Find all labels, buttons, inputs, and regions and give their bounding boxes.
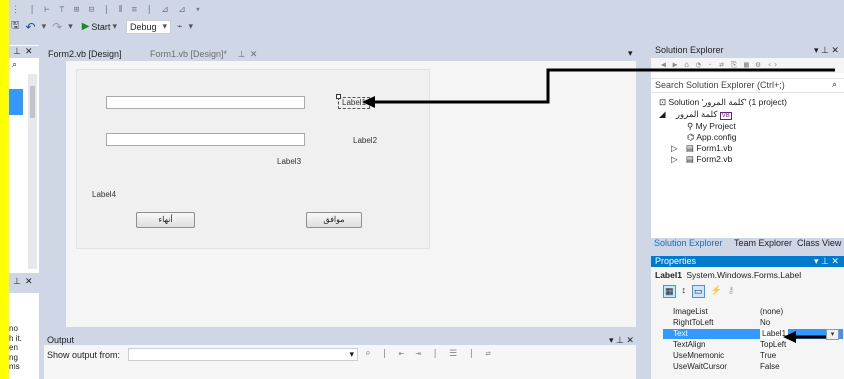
annotation-overlay — [362, 68, 835, 343]
annotation-arrowhead — [362, 96, 375, 108]
annotation-arrow-label1 — [373, 68, 835, 104]
annotation-arrowhead — [783, 331, 796, 343]
